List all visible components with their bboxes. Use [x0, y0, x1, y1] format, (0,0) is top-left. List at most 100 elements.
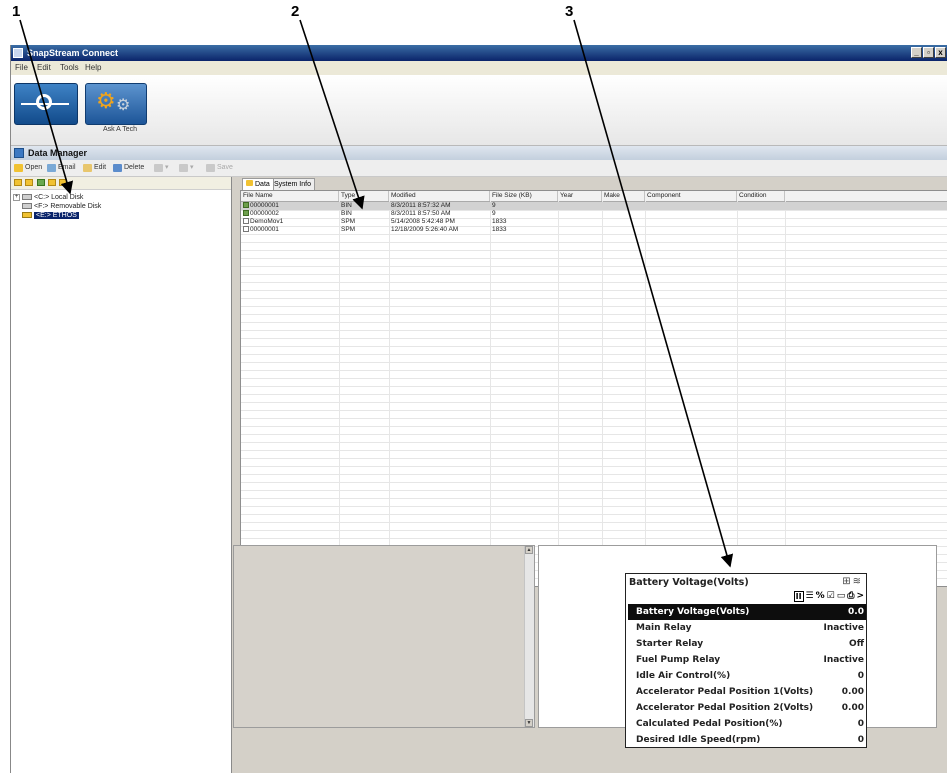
table-row[interactable]: DemoMov1 SPM 5/14/2008 5:42:48 PM 1833	[241, 218, 947, 226]
callout-number-1: 1	[12, 3, 21, 20]
table-row[interactable]: 00000002 BIN 8/3/2011 8:57:50 AM 9	[241, 210, 947, 218]
folder-refresh-icon[interactable]	[59, 179, 67, 186]
save-button[interactable]: Save	[206, 160, 233, 176]
minimize-button[interactable]: _	[911, 47, 922, 58]
tree-item-ethos[interactable]: <E:> ETHOS	[13, 211, 101, 220]
graph-icon[interactable]: ⊞	[842, 576, 852, 587]
email-button[interactable]: Email	[47, 160, 76, 176]
data-panel-top-icons: ⊞≋	[842, 576, 863, 587]
table-row[interactable]: 00000001 SPM 12/18/2009 5:26:40 AM 1833	[241, 226, 947, 234]
ask-a-tech-button[interactable]: ⚙ ⚙	[85, 83, 147, 125]
file-size-cell: 9	[492, 202, 496, 209]
tab-data[interactable]: Data	[242, 178, 274, 190]
delete-label: Delete	[124, 164, 145, 171]
table-column-divider	[602, 201, 603, 586]
column-header-file-size[interactable]: File Size (KB)	[490, 191, 558, 201]
file-name-text: DemoMov1	[250, 218, 284, 225]
folder-icon[interactable]: ▭	[837, 591, 846, 602]
table-gridline	[241, 346, 947, 347]
type-cell: SPM	[341, 226, 356, 233]
data-list-panel: Battery Voltage(Volts) ⊞≋ II ☰ % ☑ ▭ ⎙ >…	[625, 573, 867, 748]
pause-icon[interactable]: II	[793, 590, 804, 602]
table-column-divider	[785, 201, 786, 586]
checkbox-icon[interactable]: ☑	[827, 591, 835, 602]
data-row-value: Inactive	[823, 623, 864, 633]
menu-edit[interactable]: Edit	[37, 61, 51, 75]
table-gridline	[241, 250, 947, 251]
data-row[interactable]: Fuel Pump Relay Inactive	[628, 652, 866, 668]
next-arrow-icon[interactable]: >	[856, 591, 864, 602]
folder-icon[interactable]	[14, 179, 22, 186]
tree-item-local-disk[interactable]: + <C:> Local Disk	[13, 193, 101, 202]
data-row-value: 0.00	[841, 703, 864, 713]
folder-new-icon[interactable]	[25, 179, 33, 186]
table-gridline	[241, 442, 947, 443]
chevron-down-icon: ▾	[190, 164, 194, 171]
table-gridline	[241, 418, 947, 419]
edit-button[interactable]: Edit	[83, 160, 106, 176]
home-button[interactable]	[14, 83, 78, 125]
removable-drive-icon	[22, 203, 32, 210]
tab-system-info[interactable]: System Info	[270, 178, 315, 190]
column-header-file-name[interactable]: File Name	[241, 191, 339, 201]
table-gridline	[241, 290, 947, 291]
column-header-year[interactable]: Year	[558, 191, 602, 201]
percent-icon[interactable]: %	[816, 591, 825, 602]
column-header-make[interactable]: Make	[602, 191, 645, 201]
column-header-condition[interactable]: Condition	[737, 191, 785, 201]
delete-icon	[113, 164, 122, 172]
table-gridline	[241, 498, 947, 499]
export-dropdown[interactable]: ▾	[179, 160, 194, 176]
data-row[interactable]: Accelerator Pedal Position 2(Volts) 0.00	[628, 700, 866, 716]
menu-tools[interactable]: Tools	[60, 61, 79, 75]
delete-button[interactable]: Delete	[113, 160, 144, 176]
open-button[interactable]: Open	[14, 160, 42, 176]
menu-help[interactable]: Help	[85, 61, 101, 75]
print-dropdown[interactable]: ▾	[154, 160, 169, 176]
scroll-down-icon[interactable]: ▼	[525, 719, 533, 727]
file-name-cell: 00000002	[241, 210, 341, 218]
app-icon	[13, 48, 23, 58]
folder-icon	[246, 180, 253, 186]
folder-tree-pane: + <C:> Local Disk <F:> Removable Disk <E:…	[11, 177, 232, 773]
file-size-cell: 1833	[492, 218, 507, 225]
table-row[interactable]: 00000001 BIN 8/3/2011 8:57:32 AM 9	[241, 202, 947, 210]
table-gridline	[241, 490, 947, 491]
table-column-divider	[389, 201, 390, 586]
close-button[interactable]: x	[935, 47, 946, 58]
list-icon[interactable]: ☰	[806, 591, 814, 602]
data-row-label: Calculated Pedal Position(%)	[636, 719, 783, 729]
maximize-button[interactable]: ▫	[923, 47, 934, 58]
table-gridline	[241, 322, 947, 323]
table-gridline	[241, 306, 947, 307]
expand-icon[interactable]: +	[13, 193, 20, 201]
data-row[interactable]: Accelerator Pedal Position 1(Volts) 0.00	[628, 684, 866, 700]
data-row[interactable]: Idle Air Control(%) 0	[628, 668, 866, 684]
column-header-type[interactable]: Type	[339, 191, 389, 201]
print-icon[interactable]: ⎙	[847, 591, 854, 602]
data-row[interactable]: Calculated Pedal Position(%) 0	[628, 716, 866, 732]
tree-item-removable-disk[interactable]: <F:> Removable Disk	[13, 202, 101, 211]
folder-copy-icon[interactable]	[48, 179, 56, 186]
table-gridline	[241, 242, 947, 243]
table-gridline	[241, 298, 947, 299]
column-header-modified[interactable]: Modified	[389, 191, 490, 201]
data-panel-title: Battery Voltage(Volts)	[629, 577, 749, 588]
callout-number-2: 2	[291, 3, 300, 20]
vertical-scrollbar[interactable]: ▲ ▼	[524, 546, 534, 727]
data-manager-icon	[14, 148, 24, 158]
content-tabs: Data System Info	[240, 177, 947, 190]
gear-small-icon: ⚙	[116, 97, 131, 114]
table-gridline	[241, 274, 947, 275]
data-row[interactable]: Battery Voltage(Volts) 0.0	[628, 604, 866, 620]
data-row[interactable]: Main Relay Inactive	[628, 620, 866, 636]
zoom-icon[interactable]: ≋	[853, 576, 863, 587]
folder-up-icon[interactable]	[37, 179, 45, 186]
table-column-divider	[737, 201, 738, 586]
menu-file[interactable]: File	[15, 61, 28, 75]
scroll-up-icon[interactable]: ▲	[525, 546, 533, 554]
column-header-component[interactable]: Component	[645, 191, 737, 201]
data-row[interactable]: Starter Relay Off	[628, 636, 866, 652]
data-row[interactable]: Desired Idle Speed(rpm) 0	[628, 732, 866, 748]
table-gridline	[241, 330, 947, 331]
